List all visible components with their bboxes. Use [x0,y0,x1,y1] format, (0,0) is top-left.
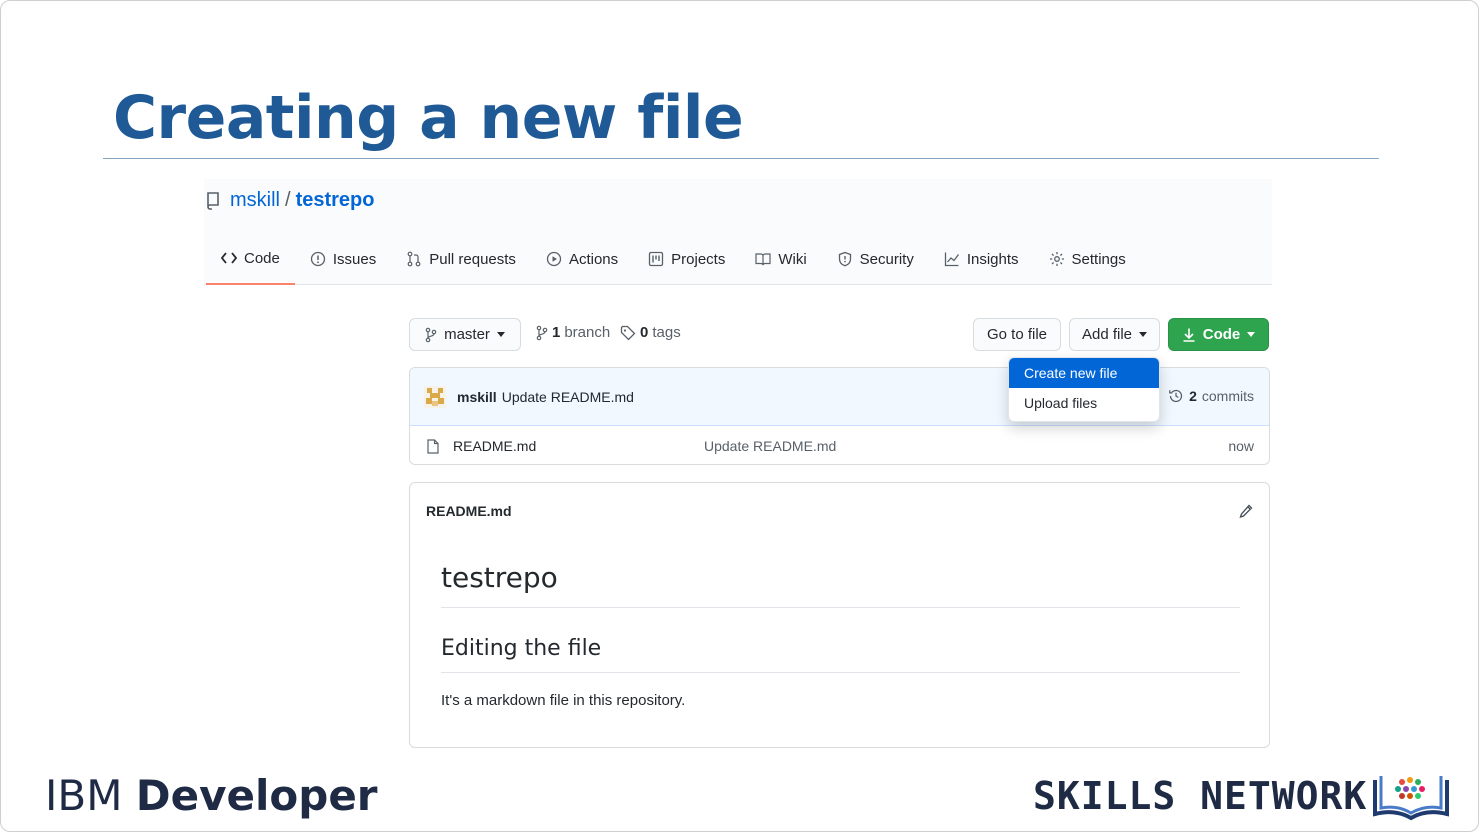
tab-label: Pull requests [429,250,516,268]
tag-count-label: tags [652,324,681,341]
tab-actions[interactable]: Actions [531,241,633,277]
upload-files-item[interactable]: Upload files [1009,388,1159,418]
chevron-down-icon [1139,332,1148,337]
ibm-developer-logo: IBM Developer [45,771,378,820]
tab-label: Projects [671,250,726,268]
branch-icon [425,327,437,342]
readme-heading: testrepo [441,561,558,594]
breadcrumb: mskill / testrepo [206,189,374,212]
branch-count-link[interactable]: 1 branch [536,324,610,341]
commit-author-link[interactable]: mskill [457,389,497,405]
branch-name: master [444,326,490,343]
branch-select-button[interactable]: master [409,318,521,351]
code-button-label: Code [1202,326,1241,343]
file-commit-message-link[interactable]: Update README.md [704,438,836,454]
skills-network-book-icon [1373,776,1449,821]
add-file-dropdown: Create new file Upload files [1008,357,1160,422]
slide-title: Creating a new file [113,83,744,153]
readme-paragraph: It's a markdown file in this repository. [441,692,686,709]
readme-subheading: Editing the file [441,636,602,661]
repo-tabs: Code Issues Pull requests Actions Projec… [206,241,1141,285]
divider [441,672,1240,673]
branch-count: 1 [552,324,561,341]
chevron-down-icon [496,332,505,337]
pencil-icon[interactable] [1239,504,1253,519]
tab-label: Settings [1071,250,1126,268]
create-new-file-item[interactable]: Create new file [1009,358,1159,388]
tab-label: Wiki [778,250,807,268]
file-name-link[interactable]: README.md [453,438,536,454]
tab-projects[interactable]: Projects [633,241,740,277]
repo-name-link[interactable]: testrepo [296,189,375,212]
tab-code[interactable]: Code [206,241,295,285]
table-row: README.md Update README.md now [410,426,1269,464]
readme-filename: README.md [426,503,512,519]
play-icon [546,251,562,267]
issue-icon [310,251,326,267]
shield-icon [838,251,851,267]
divider [441,607,1240,608]
branch-icon [536,325,548,340]
commits-label: commits [1201,388,1254,404]
history-icon [1169,389,1183,403]
tab-settings[interactable]: Settings [1034,241,1141,277]
tag-icon [620,325,636,340]
download-icon [1183,328,1195,342]
commits-count-link[interactable]: 2 commits [1168,388,1254,404]
title-divider [103,158,1379,159]
tab-label: Code [244,249,280,267]
tab-issues[interactable]: Issues [295,241,391,277]
file-age: now [1228,438,1254,454]
book-icon [755,253,771,266]
commit-message-link[interactable]: Update README.md [502,389,634,405]
tab-security[interactable]: Security [822,241,929,277]
slide-frame: Creating a new file mskill / testrepo Co… [0,0,1479,832]
breadcrumb-separator: / [285,189,291,211]
tab-label: Security [859,250,914,268]
avatar [424,385,446,408]
project-icon [648,251,664,267]
tab-label: Issues [332,250,377,268]
readme-panel: README.md testrepo Editing the file It's… [409,482,1270,748]
graph-icon [944,252,959,267]
tab-wiki[interactable]: Wiki [740,241,821,277]
tag-count: 0 [640,324,649,341]
tab-label: Actions [568,250,619,268]
code-button[interactable]: Code [1168,318,1269,351]
branch-count-label: branch [564,324,611,341]
code-icon [221,252,237,264]
repo-owner-link[interactable]: mskill [230,189,280,212]
file-icon [427,438,439,454]
ibm-text: IBM [45,771,123,820]
pull-request-icon [407,251,421,267]
skills-network-logo: SKILLS NETWORK [1033,774,1368,818]
tag-count-link[interactable]: 0 tags [620,324,681,341]
go-to-file-button[interactable]: Go to file [973,318,1061,351]
add-file-button[interactable]: Add file [1069,318,1160,351]
tab-label: Insights [966,250,1019,268]
gear-icon [1049,252,1064,266]
tab-insights[interactable]: Insights [929,241,1034,277]
chevron-down-icon [1247,332,1256,337]
developer-text: Developer [135,771,378,820]
add-file-label: Add file [1081,326,1133,343]
repo-icon [206,191,220,210]
commits-count: 2 [1189,388,1197,404]
tab-pull-requests[interactable]: Pull requests [391,241,531,277]
